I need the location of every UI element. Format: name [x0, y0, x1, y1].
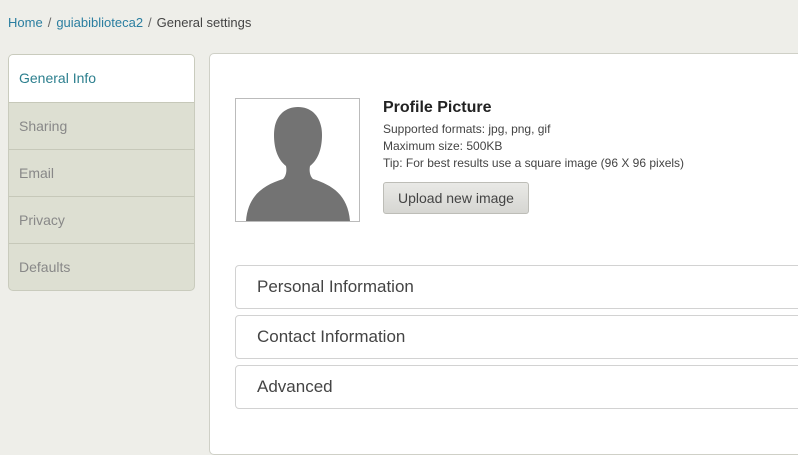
- breadcrumb: Home / guiabiblioteca2 / General settings: [8, 15, 251, 30]
- section-contact-information[interactable]: Contact Information: [235, 315, 798, 359]
- sidenav-item-sharing[interactable]: Sharing: [9, 102, 194, 149]
- supported-formats-text: Supported formats: jpg, png, gif: [383, 122, 551, 136]
- settings-sidenav: General Info Sharing Email Privacy Defau…: [8, 54, 195, 291]
- breadcrumb-separator: /: [148, 15, 152, 30]
- sidenav-item-email[interactable]: Email: [9, 149, 194, 196]
- breadcrumb-current: General settings: [156, 15, 252, 30]
- general-info-panel: Profile Picture Supported formats: jpg, …: [209, 53, 798, 455]
- breadcrumb-home-link[interactable]: Home: [8, 15, 43, 30]
- profile-picture-info: Profile Picture Supported formats: jpg, …: [383, 99, 684, 214]
- max-size-text: Maximum size: 500KB: [383, 139, 503, 153]
- avatar: [235, 98, 360, 222]
- section-personal-information[interactable]: Personal Information: [235, 265, 798, 309]
- profile-picture-title: Profile Picture: [383, 99, 492, 116]
- sidenav-item-defaults[interactable]: Defaults: [9, 243, 194, 290]
- user-silhouette-icon: [246, 107, 350, 221]
- sidenav-item-privacy[interactable]: Privacy: [9, 196, 194, 243]
- section-advanced[interactable]: Advanced: [235, 365, 798, 409]
- tip-text: Tip: For best results use a square image…: [383, 156, 685, 170]
- upload-new-image-button[interactable]: Upload new image: [383, 182, 529, 214]
- breadcrumb-site-link[interactable]: guiabiblioteca2: [56, 15, 143, 30]
- sidenav-item-general-info[interactable]: General Info: [9, 55, 194, 102]
- breadcrumb-separator: /: [47, 15, 52, 30]
